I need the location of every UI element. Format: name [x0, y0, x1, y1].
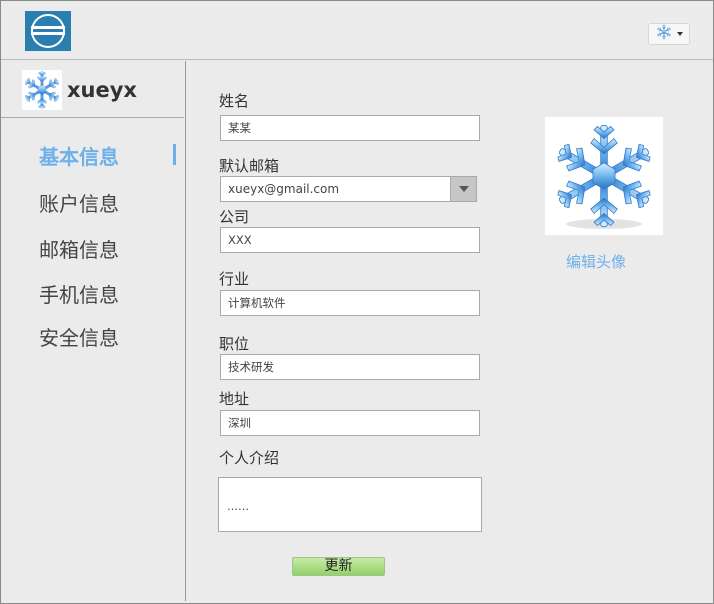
user-profile: xueyx	[21, 69, 137, 111]
user-menu-dropdown[interactable]	[648, 23, 690, 45]
name-label: 姓名	[219, 92, 250, 110]
email-label: 默认邮箱	[219, 157, 280, 175]
position-field[interactable]: 技术研发	[220, 354, 480, 380]
username: xueyx	[67, 78, 137, 102]
position-label: 职位	[219, 335, 250, 353]
company-field[interactable]: XXX	[220, 227, 480, 253]
chevron-down-icon	[676, 32, 683, 36]
name-field[interactable]: 某某	[220, 115, 480, 141]
industry-label: 行业	[219, 270, 250, 288]
update-button[interactable]: 更新	[292, 557, 385, 576]
intro-textarea[interactable]: ……	[218, 477, 482, 532]
active-indicator	[173, 144, 176, 165]
address-field[interactable]: 深圳	[220, 410, 480, 436]
edit-avatar-link[interactable]: 编辑头像	[566, 251, 626, 272]
company-label: 公司	[219, 208, 250, 226]
app-logo-icon[interactable]	[25, 11, 71, 51]
sidebar-item-email-info[interactable]: 邮箱信息	[39, 234, 119, 263]
email-select-value: xueyx@gmail.com	[228, 182, 340, 196]
app-window: xueyx 基本信息 账户信息 邮箱信息 手机信息 安全信息 姓名 某某 默认邮…	[0, 0, 714, 604]
address-label: 地址	[219, 390, 250, 408]
top-bar	[1, 1, 713, 60]
dropdown-arrow-icon[interactable]	[450, 177, 476, 201]
email-select[interactable]: xueyx@gmail.com	[220, 176, 477, 202]
sidebar-item-basic-info[interactable]: 基本信息	[39, 141, 119, 170]
sidebar-item-account-info[interactable]: 账户信息	[39, 188, 119, 217]
avatar	[21, 70, 63, 110]
industry-field[interactable]: 计算机软件	[220, 290, 480, 316]
sidebar-separator	[1, 117, 184, 118]
sidebar-divider	[185, 61, 186, 601]
sidebar-item-phone-info[interactable]: 手机信息	[39, 279, 119, 308]
profile-avatar-image	[545, 117, 663, 235]
sidebar-item-security-info[interactable]: 安全信息	[39, 322, 119, 351]
snowflake-icon	[656, 24, 672, 44]
intro-label: 个人介绍	[219, 449, 280, 467]
